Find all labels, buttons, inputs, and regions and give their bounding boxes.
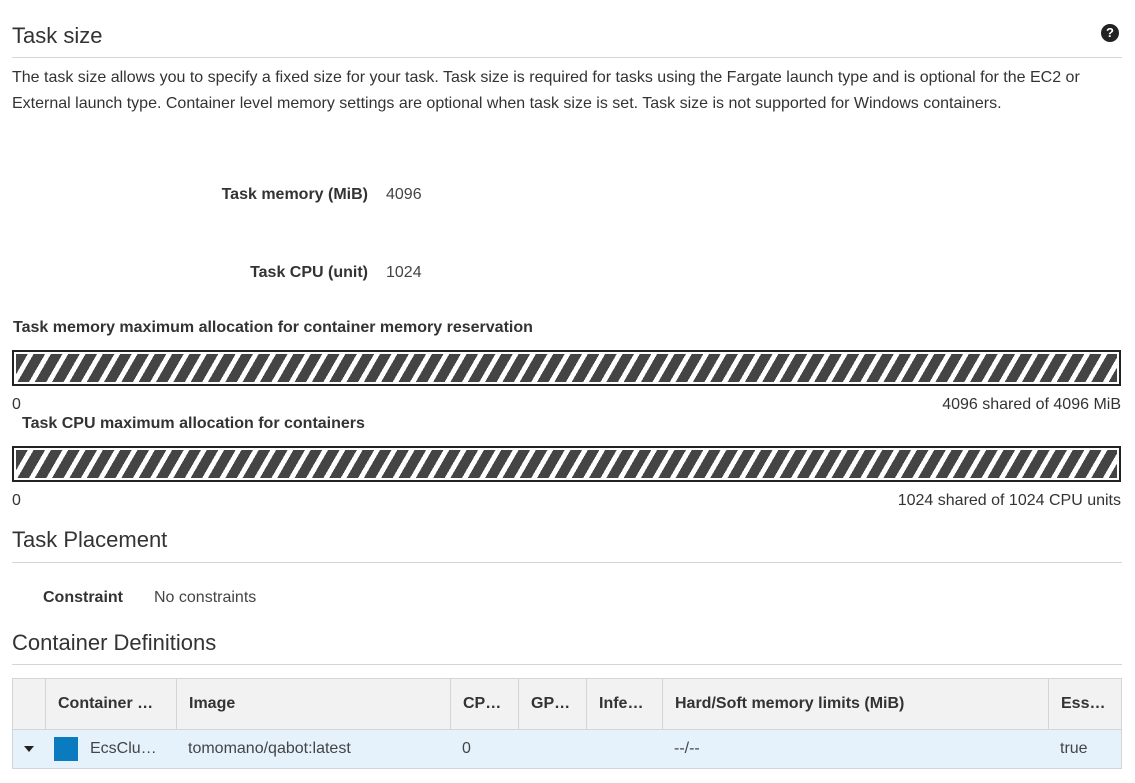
cpu-allocation-bar bbox=[12, 446, 1121, 482]
memory-allocation-bar bbox=[12, 350, 1121, 386]
container-color-swatch-icon bbox=[54, 736, 78, 761]
task-memory-label: Task memory (MiB) bbox=[221, 186, 368, 203]
container-memory-limits-cell: --/-- bbox=[674, 740, 700, 757]
container-essential-cell: true bbox=[1060, 740, 1088, 757]
expand-row-toggle[interactable] bbox=[13, 730, 45, 768]
column-header-cpu[interactable]: CP… bbox=[450, 679, 518, 729]
memory-allocation-title: Task memory maximum allocation for conta… bbox=[13, 319, 533, 336]
container-name-cell[interactable]: EcsClu… bbox=[45, 730, 176, 768]
cpu-allocation-title: Task CPU maximum allocation for containe… bbox=[22, 415, 365, 432]
caret-down-icon[interactable] bbox=[24, 745, 34, 752]
container-definitions-divider bbox=[12, 664, 1122, 665]
container-definitions-title: Container Definitions bbox=[12, 630, 217, 655]
column-header-container-name[interactable]: Container … bbox=[45, 679, 176, 729]
task-size-description: The task size allows you to specify a fi… bbox=[12, 69, 1080, 112]
column-header-gpu[interactable]: GP… bbox=[518, 679, 586, 729]
column-header-memory-limits[interactable]: Hard/Soft memory limits (MiB) bbox=[662, 679, 1048, 729]
task-cpu-label: Task CPU (unit) bbox=[250, 264, 368, 281]
constraint-label: Constraint bbox=[43, 589, 123, 606]
column-header-essential[interactable]: Ess… bbox=[1048, 679, 1121, 729]
container-definitions-table: Container … Image CP… GP… Infe… Hard/Sof… bbox=[12, 678, 1122, 769]
task-size-title: Task size bbox=[12, 23, 103, 48]
cpu-allocation-min: 0 bbox=[12, 492, 21, 509]
column-header-inference[interactable]: Infe… bbox=[586, 679, 662, 729]
memory-allocation-max: 4096 shared of 4096 MiB bbox=[942, 396, 1121, 413]
container-gpu-cell bbox=[518, 730, 586, 768]
table-header: Container … Image CP… GP… Infe… Hard/Sof… bbox=[13, 679, 1121, 730]
task-memory-value: 4096 bbox=[386, 186, 422, 203]
header-expand bbox=[13, 679, 45, 729]
container-cpu-cell: 0 bbox=[462, 740, 471, 757]
task-placement-divider bbox=[12, 562, 1122, 563]
memory-allocation-min: 0 bbox=[12, 396, 21, 413]
container-image-cell: tomomano/qabot:latest bbox=[188, 740, 351, 757]
column-header-image[interactable]: Image bbox=[176, 679, 450, 729]
task-placement-title: Task Placement bbox=[12, 527, 168, 552]
task-size-divider bbox=[12, 57, 1122, 58]
task-cpu-value: 1024 bbox=[386, 264, 422, 281]
table-row[interactable]: EcsClu… tomomano/qabot:latest 0 --/-- tr… bbox=[13, 730, 1121, 768]
question-circle-icon[interactable]: ? bbox=[1101, 24, 1119, 42]
cpu-allocation-max: 1024 shared of 1024 CPU units bbox=[897, 492, 1121, 509]
constraint-value: No constraints bbox=[154, 589, 257, 606]
container-name[interactable]: EcsClu… bbox=[90, 740, 157, 757]
container-inference-cell bbox=[586, 730, 662, 768]
